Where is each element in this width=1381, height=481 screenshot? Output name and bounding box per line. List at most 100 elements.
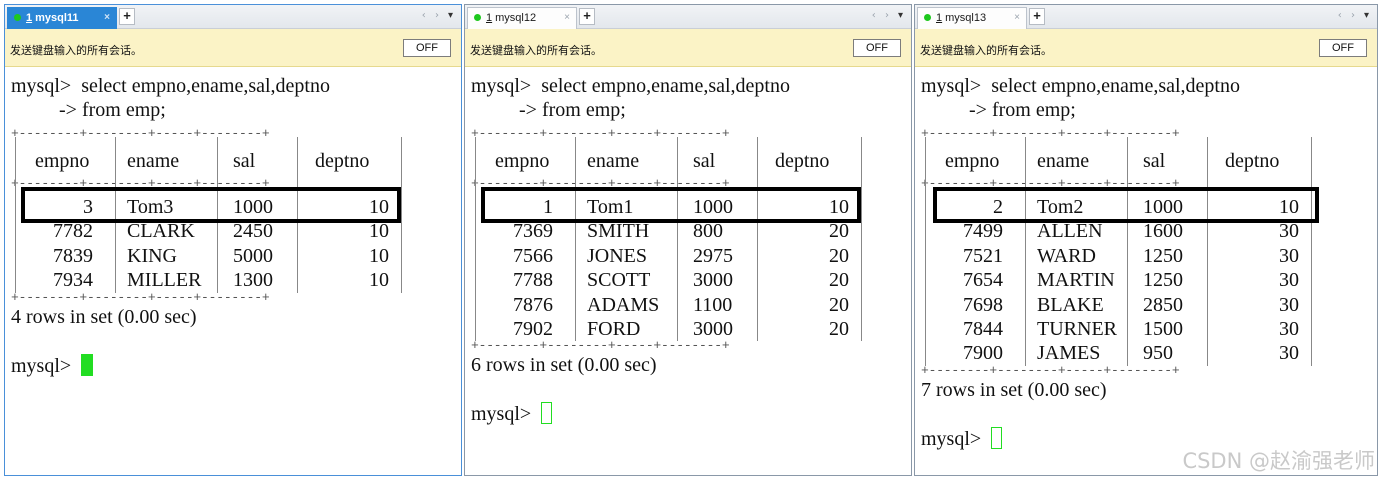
prompt-line[interactable]: mysql> (921, 426, 1003, 451)
prompt: mysql> (11, 75, 72, 97)
terminal-output[interactable]: mysql> select empno,ename,sal,deptno -> f… (471, 71, 907, 475)
table-row: 7876 ADAMS 1100 20 (471, 293, 871, 317)
broadcast-off-button[interactable]: OFF (853, 39, 901, 57)
column-divider (757, 137, 758, 342)
tab-number: 1 (936, 12, 943, 24)
query-line: mysql> select empno,ename,sal,deptno (921, 74, 1240, 98)
table-cell: 7839 (53, 244, 93, 267)
table-row: 7521 WARD 1250 30 (921, 244, 1321, 268)
table-cell: SCOTT (587, 269, 651, 292)
prompt-line[interactable]: mysql> (11, 353, 94, 378)
table-cell: 1250 (1143, 244, 1183, 267)
query-continuation: -> from emp; (969, 99, 1076, 121)
tab-mysql12[interactable]: 1 mysql12 × (467, 7, 577, 29)
table-border: +--------+--------+-----+--------+ (11, 290, 270, 305)
column-divider (401, 137, 402, 293)
tab-scroll-icon[interactable]: ‹ › (422, 10, 442, 21)
table-cell: 3000 (693, 318, 733, 340)
table-header: empno ename sal deptno (11, 149, 411, 175)
table-cell: 7876 (513, 293, 553, 316)
table-cell: JAMES (1037, 342, 1101, 365)
terminal-pane: 1 mysql11 × + ‹ › ▾ 发送键盘输入的所有会话。 OFF mysql> sele… (4, 4, 462, 476)
table-cell: 30 (1279, 342, 1299, 365)
terminal-output[interactable]: mysql> select empno,ename,sal,deptno -> f… (11, 71, 457, 475)
query-continuation: -> from emp; (519, 99, 626, 121)
query-continuation: -> from emp; (59, 99, 166, 121)
column-header: deptno (775, 150, 830, 172)
column-header: empno (495, 150, 550, 172)
broadcast-notice-text: 发送键盘输入的所有会话。 (470, 45, 602, 57)
tab-scroll-controls[interactable]: ‹ › ▾ (872, 10, 903, 21)
table-row: 7934 MILLER 1300 10 (11, 268, 411, 292)
text-cursor (541, 402, 553, 425)
column-divider (1311, 137, 1312, 366)
table-cell: 3000 (693, 269, 733, 292)
close-icon[interactable]: × (1014, 8, 1020, 28)
broadcast-off-button[interactable]: OFF (1319, 39, 1367, 57)
table-header: empno ename sal deptno (471, 149, 871, 175)
column-header: ename (127, 150, 180, 172)
broadcast-off-button[interactable]: OFF (403, 39, 451, 57)
tab-mysql13[interactable]: 1 mysql13 × (917, 7, 1027, 29)
new-tab-button[interactable]: + (579, 8, 595, 25)
tab-menu-dropdown-icon[interactable]: ▾ (448, 10, 453, 21)
table-cell: FORD (587, 318, 641, 340)
new-tab-button[interactable]: + (1029, 8, 1045, 25)
highlighted-row-box (21, 187, 401, 223)
text-cursor (81, 353, 94, 376)
new-tab-button[interactable]: + (119, 8, 135, 25)
table-row: 7900 JAMES 950 30 (921, 341, 1321, 365)
table-cell: MARTIN (1037, 269, 1115, 292)
table-cell: 1100 (693, 293, 733, 316)
table-cell: 20 (829, 244, 849, 267)
table-cell: WARD (1037, 244, 1096, 267)
tab-scroll-controls[interactable]: ‹ › ▾ (1338, 10, 1369, 21)
tab-bar: 1 mysql12 × + ‹ › ▾ (465, 5, 911, 29)
connected-status-icon (474, 14, 481, 21)
highlighted-row-box (933, 187, 1319, 223)
table-row: 7698 BLAKE 2850 30 (921, 293, 1321, 317)
tab-menu-dropdown-icon[interactable]: ▾ (1364, 10, 1369, 21)
broadcast-notice-text: 发送键盘输入的所有会话。 (10, 45, 142, 57)
column-divider (677, 137, 678, 342)
prompt-line[interactable]: mysql> (471, 402, 553, 426)
broadcast-notice-bar: 发送键盘输入的所有会话。 OFF (5, 29, 461, 67)
table-cell: 10 (369, 244, 389, 267)
tab-menu-dropdown-icon[interactable]: ▾ (898, 10, 903, 21)
table-cell: 7698 (963, 293, 1003, 316)
table-cell: 10 (369, 269, 389, 292)
tab-label: mysql13 (945, 12, 987, 24)
table-cell: 30 (1279, 293, 1299, 316)
column-divider (575, 137, 576, 342)
connected-status-icon (14, 14, 21, 21)
tab-scroll-icon[interactable]: ‹ › (1338, 10, 1358, 21)
table-border: +--------+--------+-----+--------+ (921, 127, 1180, 141)
table-cell: 7654 (963, 269, 1003, 292)
table-cell: 20 (829, 269, 849, 292)
tab-bar: 1 mysql13 × + ‹ › ▾ (915, 5, 1377, 29)
query-text: select empno,ename,sal,deptno (541, 75, 790, 97)
table-border: +--------+--------+-----+--------+ (921, 363, 1180, 378)
close-icon[interactable]: × (104, 8, 110, 28)
tab-scroll-controls[interactable]: ‹ › ▾ (422, 10, 453, 21)
tab-scroll-icon[interactable]: ‹ › (872, 10, 892, 21)
terminal-output[interactable]: mysql> select empno,ename,sal,deptno -> f… (921, 71, 1373, 475)
table-cell: 2975 (693, 244, 733, 267)
table-cell: 30 (1279, 269, 1299, 292)
table-cell: TURNER (1037, 318, 1117, 340)
table-row: 7654 MARTIN 1250 30 (921, 268, 1321, 292)
table-border: +--------+--------+-----+--------+ (471, 127, 730, 141)
table-row: 7902 FORD 3000 20 (471, 317, 871, 341)
result-summary: 7 rows in set (0.00 sec) (921, 378, 1107, 401)
table-cell: 30 (1279, 244, 1299, 267)
connected-status-icon (924, 14, 931, 21)
tab-mysql11[interactable]: 1 mysql11 × (7, 7, 117, 29)
query-text: select empno,ename,sal,deptno (991, 75, 1240, 97)
table-border: +--------+--------+-----+--------+ (471, 339, 730, 354)
broadcast-notice-text: 发送键盘输入的所有会话。 (920, 45, 1052, 57)
table-cell: 7521 (963, 244, 1003, 267)
table-header: empno ename sal deptno (921, 149, 1321, 175)
table-row: 7566 JONES 2975 20 (471, 244, 871, 268)
close-icon[interactable]: × (564, 8, 570, 28)
column-divider (15, 137, 16, 293)
